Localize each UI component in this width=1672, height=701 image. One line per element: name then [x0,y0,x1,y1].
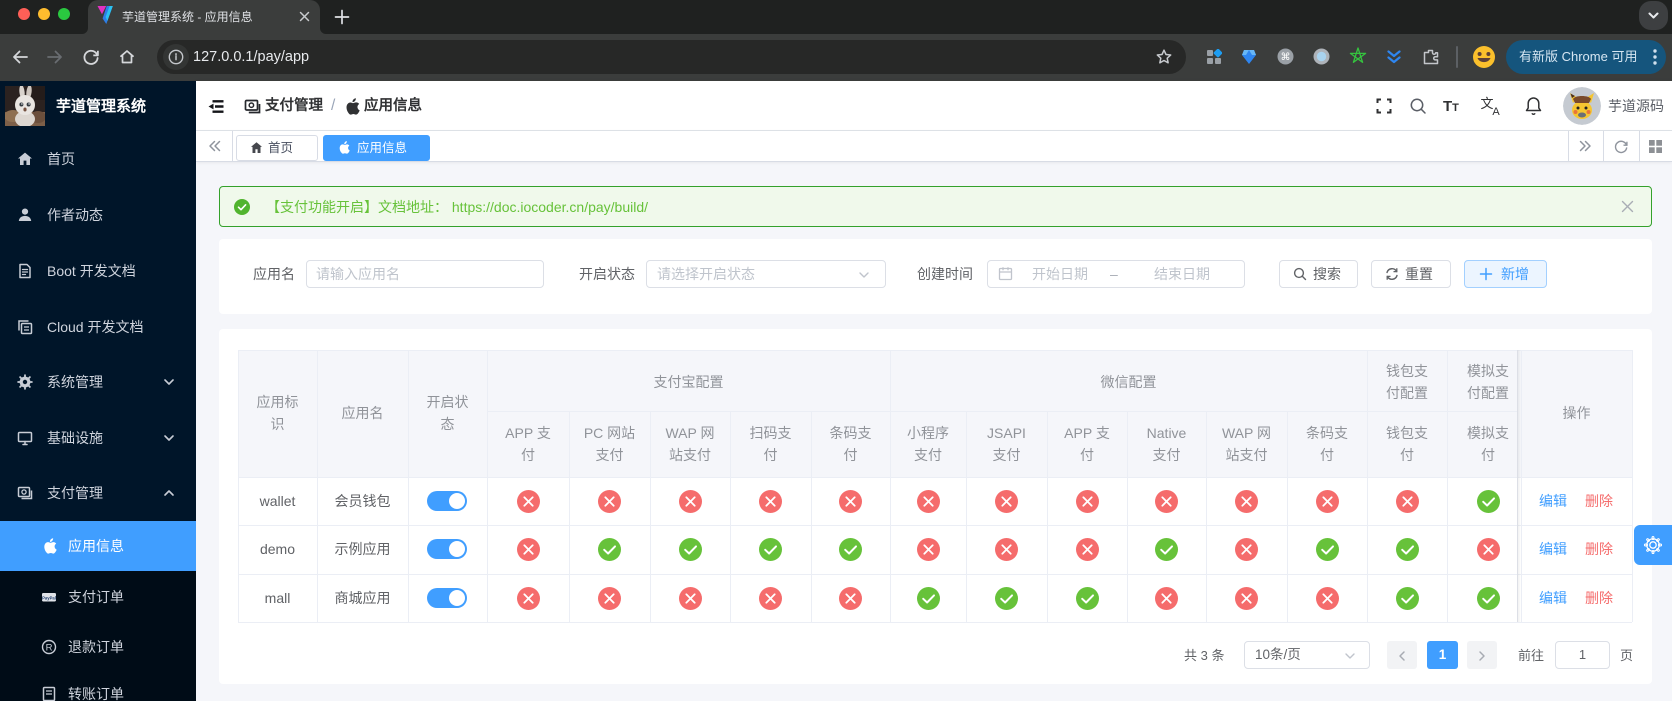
svg-text:R: R [46,642,53,653]
svg-text:PayPal: PayPal [42,596,56,601]
svg-text:A: A [1492,106,1500,116]
svg-text:⌘: ⌘ [1281,52,1291,63]
